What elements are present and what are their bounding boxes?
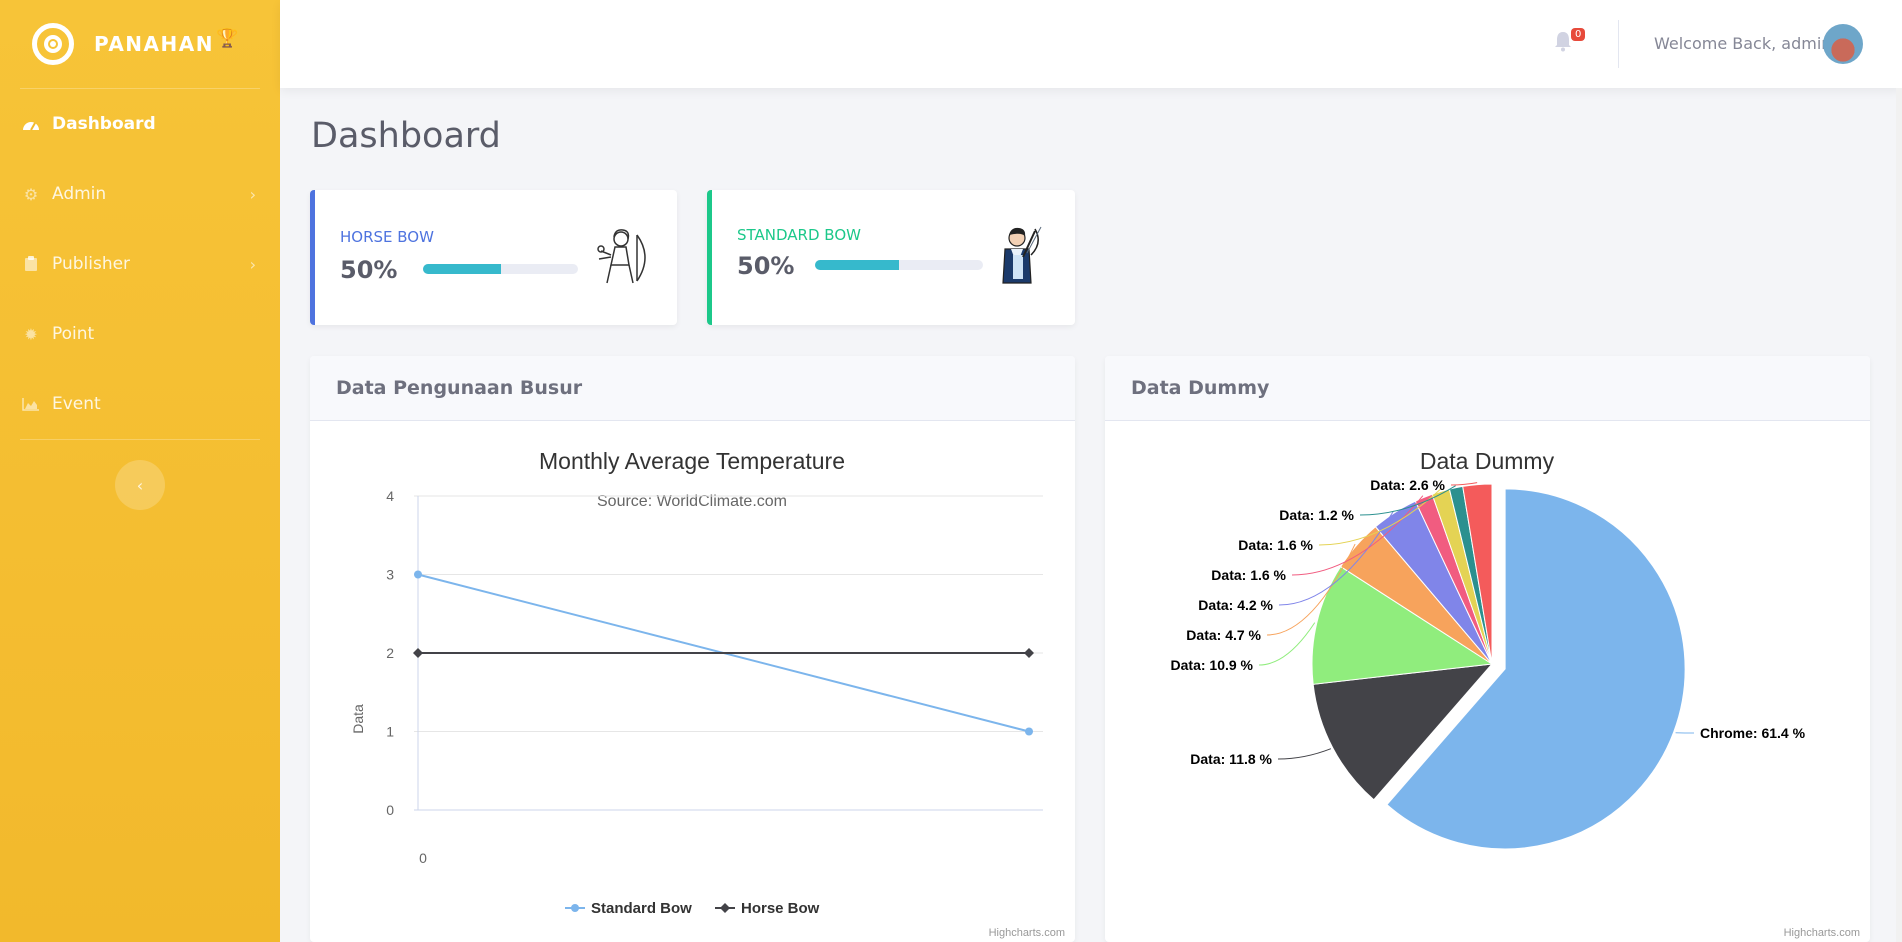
pie-label: Data: 1.6 % bbox=[1238, 537, 1313, 553]
chart-credit[interactable]: Highcharts.com bbox=[1784, 927, 1860, 939]
pie-label: Data: 1.6 % bbox=[1211, 567, 1286, 583]
pie-label: Data: 11.8 % bbox=[1190, 751, 1272, 767]
y-tick-label: 1 bbox=[386, 724, 394, 740]
legend-label: Standard Bow bbox=[591, 900, 692, 917]
x-axis-label: 0 bbox=[419, 850, 427, 866]
stat-label: HORSE BOW bbox=[340, 228, 434, 246]
sidebar-item-point[interactable]: ✹ Point bbox=[0, 299, 280, 369]
pie-label: Data: 4.2 % bbox=[1198, 597, 1273, 613]
sidebar-item-label: Admin bbox=[52, 184, 107, 204]
topbar-divider bbox=[1618, 20, 1619, 68]
cog-icon: ✹ bbox=[24, 324, 38, 344]
page-scrollbar[interactable] bbox=[1896, 88, 1902, 942]
sidebar: PANAHAN 🏆 Dashboard ⚙ Admin › Publisher … bbox=[0, 0, 280, 942]
sidebar-item-dashboard[interactable]: Dashboard bbox=[0, 89, 280, 159]
stat-value: 50% bbox=[340, 256, 398, 284]
pie-chart-panel: Data Dummy Data Dummy Chrome: 61.4 % Data… bbox=[1105, 356, 1870, 942]
pie-connector bbox=[1258, 622, 1316, 666]
y-tick-label: 4 bbox=[386, 488, 394, 504]
progress-bar bbox=[815, 260, 983, 270]
tachometer-icon bbox=[20, 115, 42, 133]
target-logo-icon bbox=[32, 23, 74, 65]
brand-name: PANAHAN bbox=[94, 32, 214, 56]
y-tick-label: 0 bbox=[386, 802, 394, 818]
data-point[interactable] bbox=[414, 570, 422, 579]
panel-title: Data Dummy bbox=[1105, 356, 1870, 421]
chart-credit[interactable]: Highcharts.com bbox=[989, 927, 1065, 939]
progress-fill bbox=[423, 264, 501, 274]
stat-value: 50% bbox=[737, 252, 795, 280]
stat-label: STANDARD BOW bbox=[737, 226, 861, 244]
data-point[interactable] bbox=[1025, 727, 1033, 736]
pie-label: Data: 10.9 % bbox=[1171, 657, 1254, 673]
horse-archer-icon bbox=[597, 229, 646, 284]
stat-card-standard-bow: STANDARD BOW 50% bbox=[707, 190, 1075, 325]
sidebar-item-label: Dashboard bbox=[52, 114, 156, 134]
panel-title: Data Pengunaan Busur bbox=[310, 356, 1075, 421]
clipboard-icon bbox=[20, 255, 42, 273]
gear-icon: ⚙ bbox=[23, 184, 39, 204]
notification-badge: 0 bbox=[1571, 28, 1586, 41]
y-tick-label: 2 bbox=[386, 645, 394, 661]
y-tick-label: 3 bbox=[386, 567, 394, 583]
stat-card-horse-bow: HORSE BOW 50% bbox=[310, 190, 677, 325]
chart-title: Data Dummy bbox=[1420, 448, 1555, 474]
sidebar-item-publisher[interactable]: Publisher › bbox=[0, 229, 280, 299]
page-title: Dashboard bbox=[311, 116, 501, 156]
sidebar-toggle-button[interactable]: ‹ bbox=[115, 460, 165, 510]
legend[interactable]: Standard Bow Horse Bow bbox=[565, 900, 820, 917]
avatar[interactable] bbox=[1823, 24, 1863, 64]
chevron-right-icon: › bbox=[249, 254, 256, 274]
pie-label: Data: 4.7 % bbox=[1186, 627, 1261, 643]
sidebar-item-label: Event bbox=[52, 394, 101, 414]
legend-item-standard-bow[interactable]: Standard Bow bbox=[565, 900, 692, 917]
topbar: 0 Welcome Back, admin bbox=[280, 0, 1902, 88]
sidebar-item-admin[interactable]: ⚙ Admin › bbox=[0, 159, 280, 229]
chart-title: Monthly Average Temperature bbox=[539, 448, 845, 474]
progress-bar bbox=[423, 264, 578, 274]
bell-icon[interactable] bbox=[1553, 30, 1573, 52]
data-point[interactable] bbox=[1024, 648, 1034, 658]
pie-label: Chrome: 61.4 % bbox=[1700, 725, 1806, 741]
pie-chart: Data Dummy Chrome: 61.4 % Data: 11.8 % Dat… bbox=[1171, 448, 1860, 939]
sidebar-divider bbox=[20, 439, 260, 440]
line-chart: Monthly Average Temperature Source: Worl… bbox=[350, 448, 1065, 939]
line-chart-panel: Data Pengunaan Busur Monthly Average Tem… bbox=[310, 356, 1075, 942]
sidebar-item-label: Publisher bbox=[52, 254, 131, 274]
chevron-right-icon: › bbox=[249, 184, 256, 204]
standard-archer-icon bbox=[1002, 226, 1042, 284]
pie-connector bbox=[1277, 748, 1332, 760]
sidebar-item-label: Point bbox=[52, 324, 95, 344]
pie-label: Data: 2.6 % bbox=[1370, 477, 1445, 493]
area-chart-icon bbox=[20, 395, 42, 413]
legend-label: Horse Bow bbox=[741, 900, 820, 917]
pie-label: Data: 1.2 % bbox=[1279, 507, 1354, 523]
welcome-text[interactable]: Welcome Back, admin bbox=[1654, 34, 1831, 53]
chevron-left-icon: ‹ bbox=[136, 475, 144, 495]
progress-fill bbox=[815, 260, 899, 270]
legend-item-horse-bow[interactable]: Horse Bow bbox=[715, 900, 820, 917]
trophy-icon: 🏆 bbox=[215, 27, 239, 49]
sidebar-item-event[interactable]: Event bbox=[0, 369, 280, 439]
y-axis-label: Data bbox=[350, 704, 366, 734]
brand[interactable]: PANAHAN 🏆 bbox=[0, 0, 280, 88]
data-point[interactable] bbox=[413, 648, 423, 658]
